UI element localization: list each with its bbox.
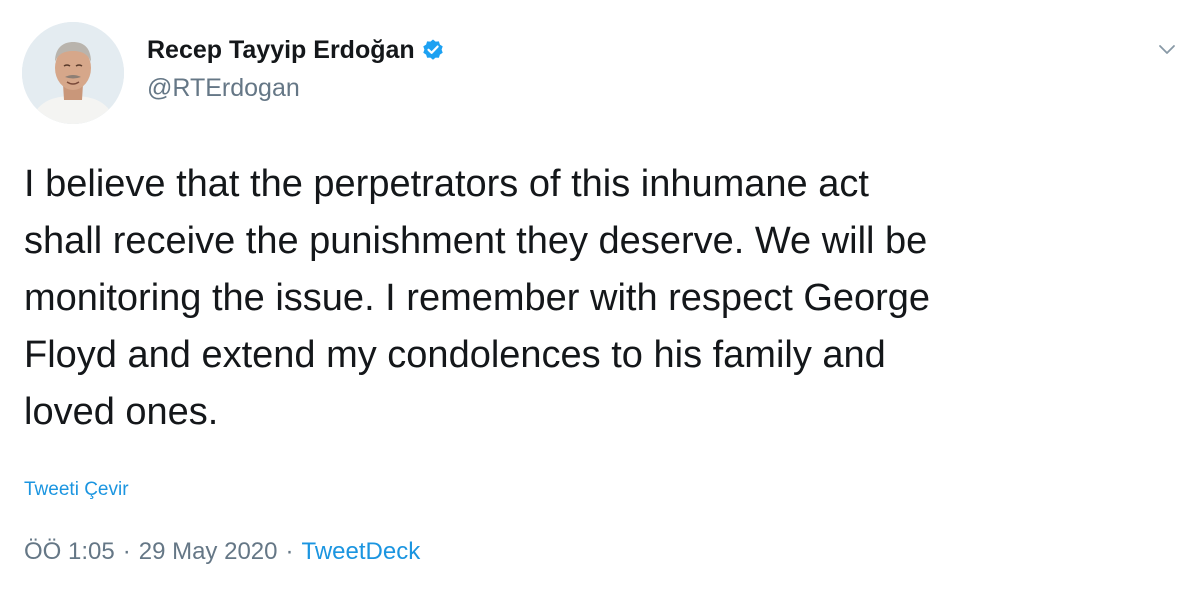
- translate-tweet-link[interactable]: Tweeti Çevir: [24, 479, 129, 501]
- tweet-metadata: ÖÖ 1:05 · 29 May 2020 · TweetDeck: [24, 538, 420, 566]
- tweet-source-link[interactable]: TweetDeck: [301, 538, 420, 566]
- author-handle[interactable]: @RTErdogan: [147, 74, 300, 103]
- meta-separator: ·: [122, 538, 131, 565]
- author-name-row: Recep Tayyip Erdoğan: [147, 33, 445, 67]
- tweet-text: I believe that the perpetrators of this …: [24, 163, 931, 433]
- tweet-card: Recep Tayyip Erdoğan @RTErdogan I believ…: [0, 0, 1200, 590]
- author-display-name[interactable]: Recep Tayyip Erdoğan: [147, 36, 415, 65]
- avatar[interactable]: [22, 22, 124, 124]
- tweet-date[interactable]: 29 May 2020: [139, 538, 278, 566]
- meta-separator: ·: [285, 538, 294, 565]
- chevron-down-icon[interactable]: [1156, 38, 1178, 60]
- verified-badge-icon: [421, 38, 445, 62]
- tweet-time[interactable]: ÖÖ 1:05: [24, 538, 115, 566]
- profile-photo: [22, 22, 124, 124]
